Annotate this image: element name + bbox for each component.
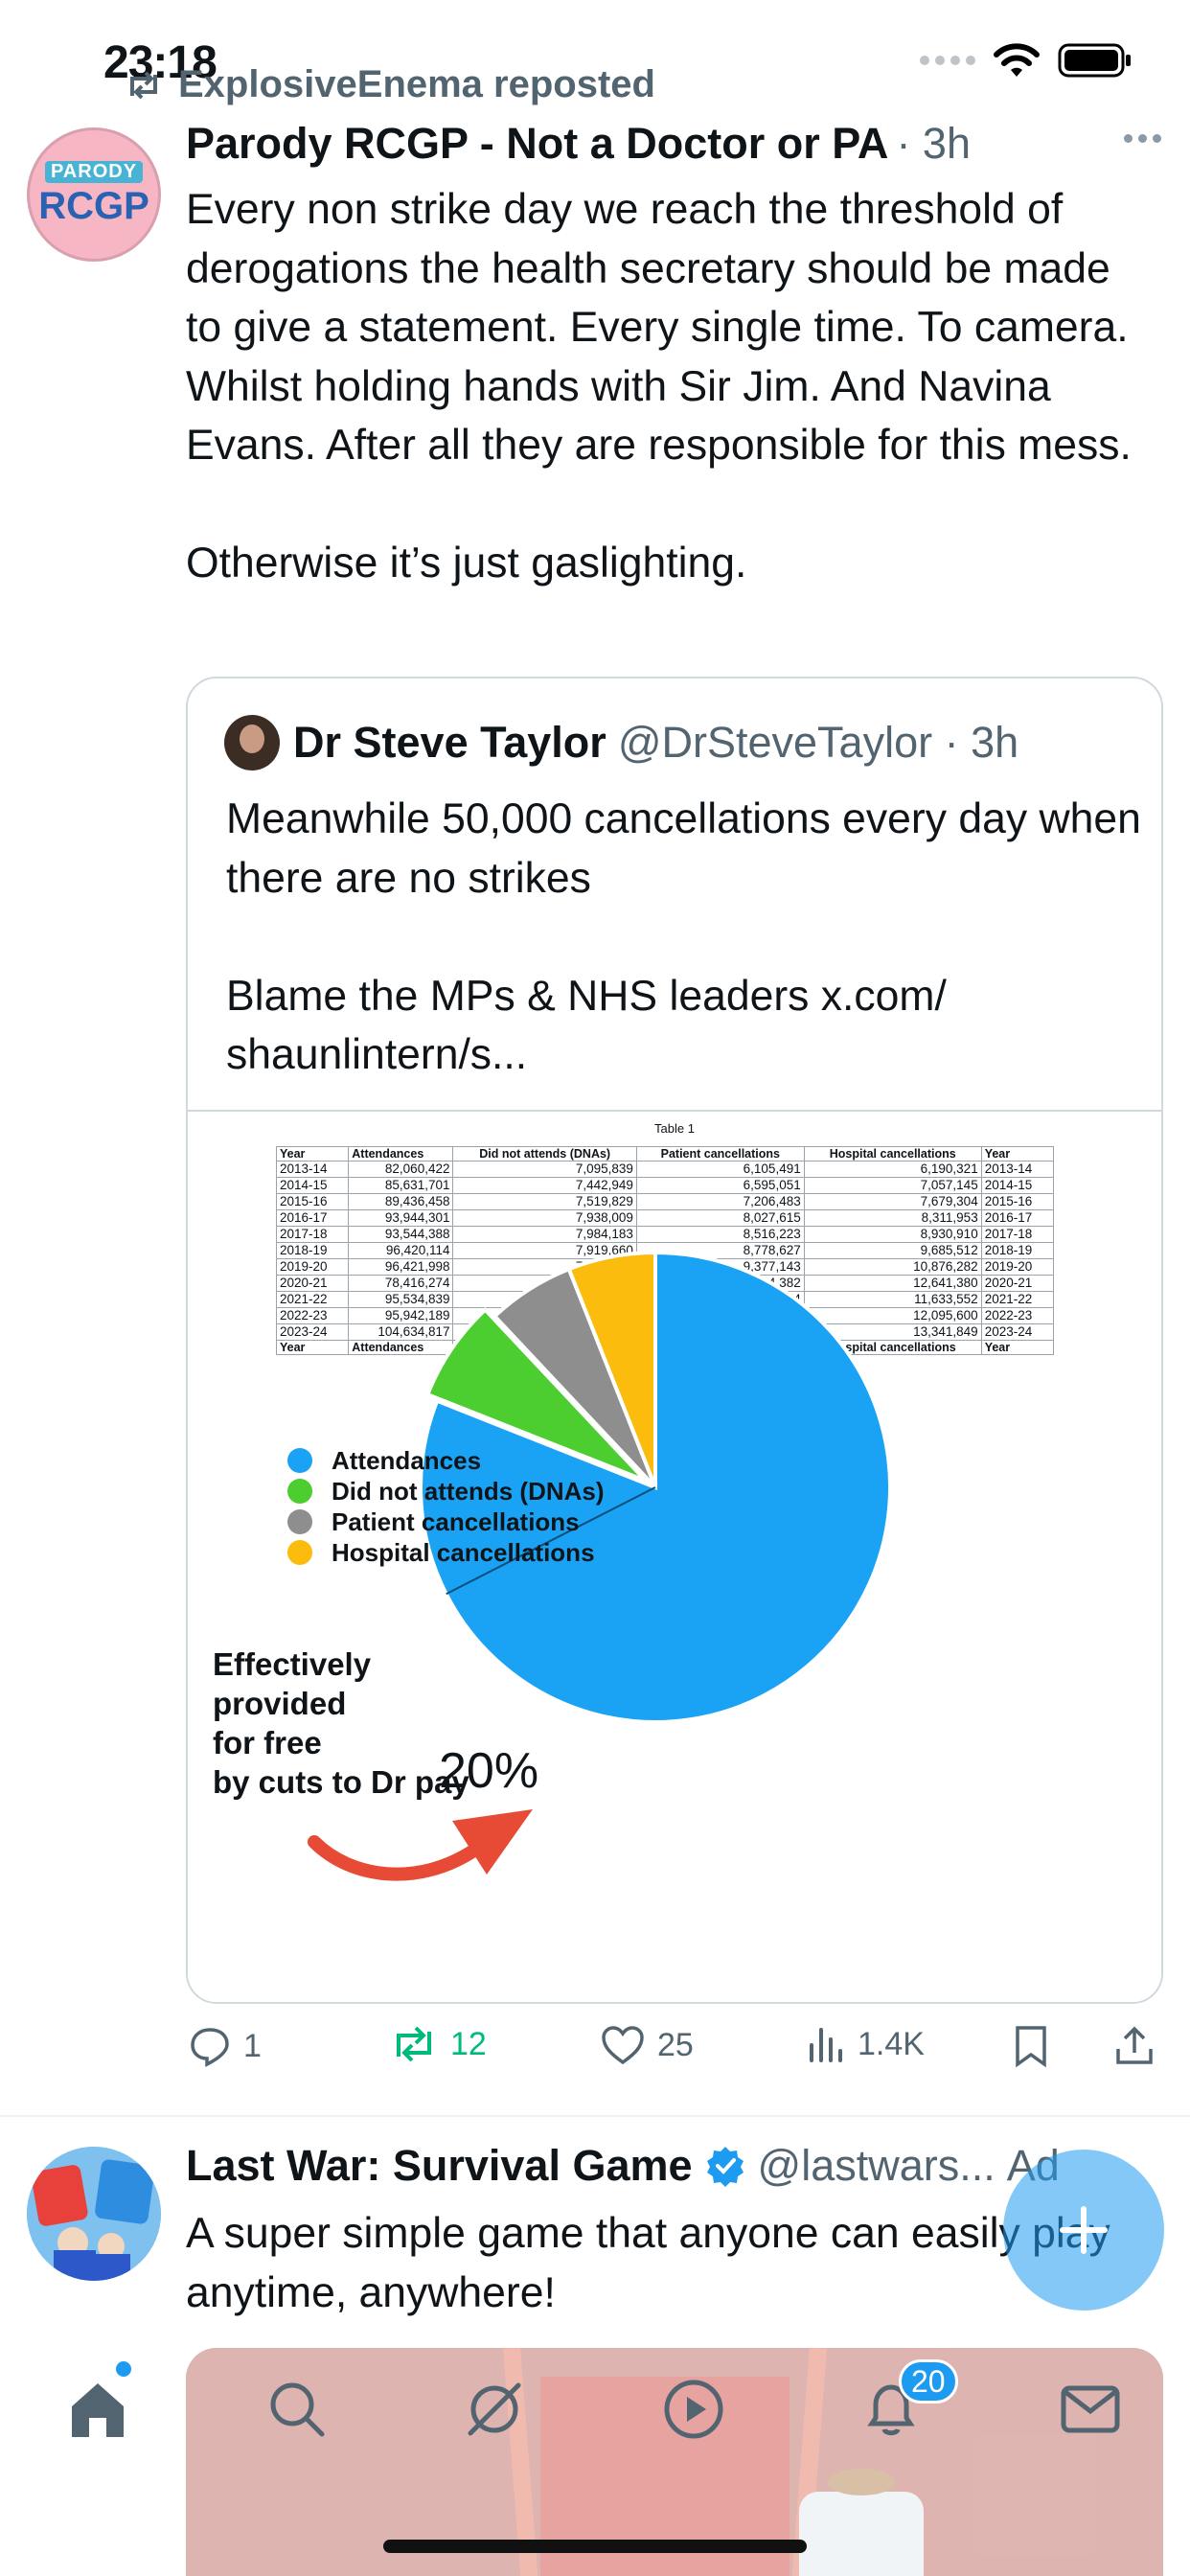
tab-search[interactable] (259, 2371, 335, 2448)
legend-item: Did not attends (DNAs) (287, 1476, 605, 1506)
avatar-rcgp-text: RCGP (38, 185, 149, 227)
wifi-icon (994, 43, 1040, 77)
tweet-header: Parody RCGP - Not a Doctor or PA · 3h (186, 119, 971, 169)
chart-annotation: Effectively provided for free by cuts to… (213, 1646, 469, 1800)
bookmark-icon (1016, 2026, 1046, 2068)
share-button[interactable] (1113, 2024, 1156, 2068)
legend-label: Hospital cancellations (332, 1537, 595, 1567)
notifications-badge: 20 (899, 2359, 958, 2404)
home-indicator (383, 2540, 807, 2553)
annotation-arrow-head (452, 1809, 533, 1874)
legend-label: Did not attends (DNAs) (332, 1476, 605, 1506)
legend-dot (287, 1448, 312, 1473)
share-icon (1116, 2026, 1153, 2064)
ad-handle: @lastwars... (757, 2141, 995, 2190)
views-count: 1.4K (858, 2025, 925, 2062)
pie-label-hospital: 6% (636, 1725, 654, 1739)
author-avatar[interactable]: PARODY RCGP (27, 127, 161, 262)
legend-item: Hospital cancellations (287, 1537, 605, 1568)
reply-icon (191, 2028, 229, 2067)
grok-icon (468, 2382, 521, 2436)
quote-author-name: Dr Steve Taylor (293, 718, 606, 767)
pie-label-dnas: 7% (571, 1766, 589, 1781)
legend-dot (287, 1509, 312, 1534)
verified-badge-icon (706, 2147, 744, 2187)
mail-icon (1061, 2385, 1120, 2433)
quote-author-avatar (224, 715, 280, 770)
repost-icon (397, 2026, 431, 2062)
tab-video[interactable] (655, 2371, 732, 2448)
tab-home[interactable] (59, 2371, 136, 2448)
status-icons (920, 42, 1133, 79)
quote-tweet-card[interactable]: Dr Steve Taylor @DrSteveTaylor · 3h Mean… (186, 677, 1163, 2004)
play-icon (664, 2380, 723, 2439)
bookmark-button[interactable] (1012, 2024, 1050, 2068)
pie-label-attendances: 81% (822, 1902, 847, 1917)
repost-count: 12 (450, 2025, 487, 2062)
ad-author-name[interactable]: Last War: Survival Game (186, 2141, 693, 2191)
quote-image[interactable]: Table 1 Year Attendances Did not attends… (188, 1110, 1161, 2002)
views-chart-icon (810, 2028, 842, 2062)
home-new-dot (116, 2361, 131, 2377)
quote-handle-timestamp: @DrSteveTaylor · 3h (617, 718, 1019, 767)
like-button[interactable]: 25 (600, 2024, 694, 2066)
legend-item: Patient cancellations (287, 1506, 605, 1537)
ad-avatar[interactable] (27, 2147, 161, 2281)
ad-text: A super simple game that anyone can easi… (186, 2210, 1110, 2316)
legend-dot (287, 1479, 312, 1504)
legend-item: Attendances (287, 1445, 605, 1476)
reply-button[interactable]: 1 (188, 2024, 262, 2068)
tweet-actions: 1 12 25 1.4K (188, 2024, 1156, 2082)
like-count: 25 (657, 2026, 694, 2063)
author-name[interactable]: Parody RCGP - Not a Doctor or PA (186, 119, 888, 169)
repost-icon (130, 71, 157, 99)
quote-header: Dr Steve Taylor @DrSteveTaylor · 3h (224, 715, 1018, 770)
more-options-icon[interactable] (1124, 134, 1161, 143)
tab-messages[interactable] (1052, 2371, 1129, 2448)
legend-dot (287, 1540, 312, 1565)
tweet-timestamp: · 3h (896, 119, 971, 168)
views-button[interactable]: 1.4K (806, 2024, 925, 2064)
repost-indicator[interactable]: ExplosiveEnema reposted (125, 63, 655, 106)
compose-button[interactable] (1003, 2150, 1164, 2311)
battery-icon (1058, 43, 1131, 78)
game-logo-icon (27, 2147, 161, 2281)
tweet-divider (0, 2115, 1190, 2117)
cellular-signal-icon (920, 56, 975, 65)
tweet-text: Every non strike day we reach the thresh… (186, 186, 1132, 586)
plus-icon (1060, 2206, 1108, 2254)
tab-grok[interactable] (456, 2371, 533, 2448)
pie-label-patient: 6% (604, 1742, 622, 1757)
search-icon (270, 2382, 325, 2437)
legend-label: Attendances (332, 1445, 482, 1475)
repost-button[interactable]: 12 (389, 2024, 487, 2064)
quote-text: Meanwhile 50,000 cancellations every day… (226, 795, 1141, 1078)
repost-label: ExplosiveEnema reposted (178, 63, 655, 105)
home-icon (72, 2383, 124, 2437)
ad-header: Last War: Survival Game @lastwars... Ad (186, 2141, 1060, 2191)
annotation-arrow (308, 1835, 482, 1881)
reply-count: 1 (243, 2027, 262, 2064)
avatar-parody-text: PARODY (44, 161, 144, 183)
legend-label: Patient cancellations (332, 1506, 580, 1536)
chart-legend: Attendances Did not attends (DNAs) Patie… (287, 1445, 605, 1568)
heart-icon (602, 2026, 644, 2065)
